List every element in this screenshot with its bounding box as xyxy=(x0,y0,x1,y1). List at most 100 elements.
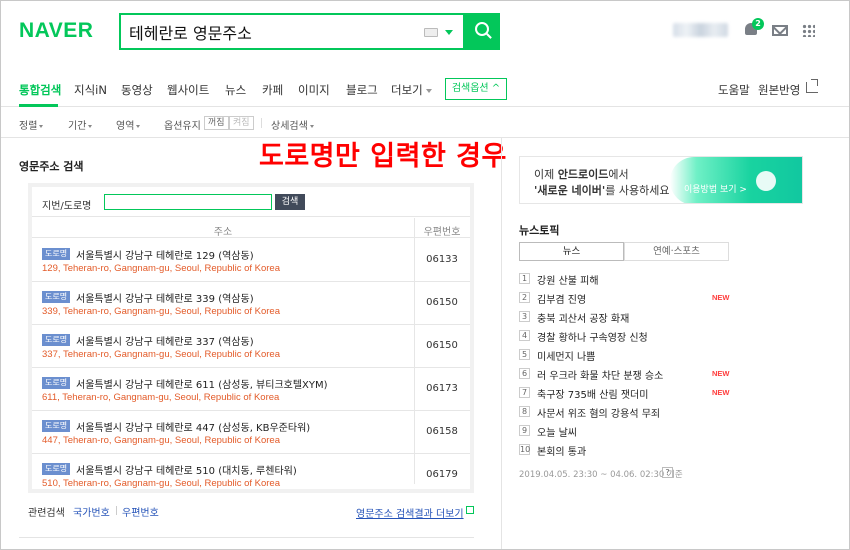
related-link-zip-code[interactable]: 우편번호 xyxy=(122,504,159,519)
annotation-caption: 도로명만 입력한 경우 xyxy=(259,141,507,172)
lookup-search-button[interactable]: 검색 xyxy=(275,194,305,210)
related-link-country-code[interactable]: 국가번호 xyxy=(73,504,110,519)
help-link[interactable]: 도움말 xyxy=(718,82,750,98)
road-name-tag: 도로명 xyxy=(42,291,71,303)
road-name-tag: 도로명 xyxy=(42,248,71,260)
news-item[interactable]: 3 충북 괴산서 공장 화재 xyxy=(519,310,739,326)
news-item[interactable]: 10 본회의 통과 xyxy=(519,443,739,459)
filter-area-label: 영역 xyxy=(116,121,135,132)
filter-sort-label: 정렬 xyxy=(19,121,38,132)
tab-news[interactable]: 뉴스 xyxy=(225,82,246,98)
lookup-row: 지번/도로명 검색 xyxy=(32,187,470,217)
section-title: 영문주소 검색 xyxy=(19,160,84,173)
keyboard-icon[interactable] xyxy=(424,28,438,37)
tab-more-label: 더보기 xyxy=(391,83,423,97)
address-korean: 서울특별시 강남구 테헤란로 611 (삼성동, 뷰티크호텔XYM) xyxy=(76,380,328,391)
chevron-down-icon[interactable] xyxy=(445,30,453,35)
news-item[interactable]: 2 김부겸 진영 NEW xyxy=(519,291,739,307)
address-korean: 서울특별시 강남구 테헤란로 337 (역삼동) xyxy=(76,337,254,348)
tab-website[interactable]: 웹사이트 xyxy=(167,82,209,98)
news-item[interactable]: 1 강원 산불 피해 xyxy=(519,272,739,288)
news-text: 경찰 황하나 구속영장 신청 xyxy=(537,333,648,344)
promo-howto-link[interactable]: 이용방법 보기 > xyxy=(684,182,747,195)
search-options-button[interactable]: 검색옵션 ^ xyxy=(445,78,507,100)
zip-code: 06173 xyxy=(426,383,458,394)
caret-down-icon xyxy=(88,124,93,128)
rank-number: 3 xyxy=(519,311,530,322)
tab-more[interactable]: 더보기 xyxy=(391,82,432,98)
news-item[interactable]: 6 러 우크라 화물 차단 분쟁 승소 NEW xyxy=(519,367,739,383)
search-button[interactable] xyxy=(465,13,500,50)
rank-number: 2 xyxy=(519,292,530,303)
news-text: 충북 괴산서 공장 화재 xyxy=(537,314,630,325)
search-box xyxy=(119,13,465,50)
filter-sort[interactable]: 정렬 xyxy=(19,117,44,132)
help-icon[interactable]: ? xyxy=(662,467,673,478)
news-text: 러 우크라 화물 차단 분쟁 승소 xyxy=(537,371,664,382)
news-item[interactable]: 4 경찰 황하나 구속영장 신청 xyxy=(519,329,739,345)
mail-icon[interactable] xyxy=(772,25,788,36)
column-zip: 우편번호 xyxy=(423,227,461,238)
user-id-blurred[interactable] xyxy=(673,23,728,37)
news-item[interactable]: 5 미세먼지 나쁨 xyxy=(519,348,739,364)
promo-line-1-bold: 안드로이드 xyxy=(557,168,609,181)
news-item[interactable]: 8 사문서 위조 혐의 강용석 무죄 xyxy=(519,405,739,421)
address-english: 611, Teheran-ro, Gangnam-gu, Seoul, Repu… xyxy=(42,392,280,403)
tab-entertainment-sports[interactable]: 연예·스포츠 xyxy=(624,242,729,261)
rank-number: 5 xyxy=(519,349,530,360)
address-english: 447, Teheran-ro, Gangnam-gu, Seoul, Repu… xyxy=(42,435,281,446)
filter-period[interactable]: 기간 xyxy=(68,117,93,132)
new-badge: NEW xyxy=(712,388,730,397)
table-row: 도로명 서울특별시 강남구 테헤란로 447 (삼성동, KB우준타워) 447… xyxy=(32,411,470,454)
tab-video[interactable]: 동영상 xyxy=(121,82,153,98)
promo-line-2-post: 를 사용하세요 xyxy=(605,184,670,197)
address-lookup-input[interactable] xyxy=(104,194,272,210)
tab-image[interactable]: 이미지 xyxy=(298,82,330,98)
search-input[interactable] xyxy=(129,20,419,44)
road-name-tag: 도로명 xyxy=(42,420,71,432)
more-results-link[interactable]: 영문주소 검색결과 더보기 xyxy=(356,505,464,520)
promo-graphic xyxy=(670,157,802,203)
keep-options-on-toggle[interactable]: 켜짐 xyxy=(229,116,254,130)
filter-detail[interactable]: 상세검색 xyxy=(271,117,314,132)
tab-news-topic[interactable]: 뉴스 xyxy=(519,242,624,261)
section-bottom-divider xyxy=(19,537,474,538)
share-icon[interactable] xyxy=(806,79,818,93)
road-name-tag: 도로명 xyxy=(42,334,71,346)
address-korean: 서울특별시 강남구 테헤란로 129 (역삼동) xyxy=(76,251,254,262)
promo-line-2: '새로운 네이버'를 사용하세요 xyxy=(534,182,670,198)
news-item[interactable]: 9 오늘 날씨 xyxy=(519,424,739,440)
news-text: 강원 산불 피해 xyxy=(537,276,599,287)
news-item[interactable]: 7 축구장 735배 산림 잿더미 NEW xyxy=(519,386,739,402)
tab-blog[interactable]: 블로그 xyxy=(346,82,378,98)
android-promo-banner[interactable]: 이제 안드로이드에서 '새로운 네이버'를 사용하세요 이용방법 보기 > xyxy=(519,156,803,204)
road-name-tag: 도로명 xyxy=(42,377,71,389)
apps-grid-icon[interactable] xyxy=(802,24,815,37)
caret-down-icon xyxy=(309,124,314,128)
table-row: 도로명 서울특별시 강남구 테헤란로 129 (역삼동) 129, Tehera… xyxy=(32,239,470,282)
notification-badge: 2 xyxy=(752,18,764,30)
zip-code: 06133 xyxy=(426,254,458,265)
tab-kin[interactable]: 지식iN xyxy=(74,82,107,98)
naver-logo[interactable]: NAVER xyxy=(19,19,93,43)
address-english: 339, Teheran-ro, Gangnam-gu, Seoul, Repu… xyxy=(42,306,281,317)
address-panel: 지번/도로명 검색 주소 우편번호 도로명 서울특별시 강남구 테헤란로 129… xyxy=(28,183,474,493)
address-korean: 서울특별시 강남구 테헤란로 447 (삼성동, KB우준타워) xyxy=(76,423,311,434)
keep-options-off-toggle[interactable]: 꺼짐 xyxy=(204,116,229,130)
rank-number: 6 xyxy=(519,368,530,379)
table-header: 주소 우편번호 xyxy=(32,218,470,238)
zip-code: 06158 xyxy=(426,426,458,437)
rank-number: 4 xyxy=(519,330,530,341)
original-link[interactable]: 원본반영 xyxy=(758,82,800,98)
filter-area[interactable]: 영역 xyxy=(116,117,141,132)
rank-number: 7 xyxy=(519,387,530,398)
new-window-icon[interactable] xyxy=(466,506,474,514)
caret-down-icon xyxy=(39,124,44,128)
zip-code: 06179 xyxy=(426,469,458,480)
news-text: 오늘 날씨 xyxy=(537,428,577,439)
address-korean: 서울특별시 강남구 테헤란로 339 (역삼동) xyxy=(76,294,254,305)
tab-integrated[interactable]: 통합검색 xyxy=(19,82,61,98)
tab-cafe[interactable]: 카페 xyxy=(262,82,283,98)
road-name-tag: 도로명 xyxy=(42,463,71,475)
table-row: 도로명 서울특별시 강남구 테헤란로 611 (삼성동, 뷰티크호텔XYM) 6… xyxy=(32,368,470,411)
